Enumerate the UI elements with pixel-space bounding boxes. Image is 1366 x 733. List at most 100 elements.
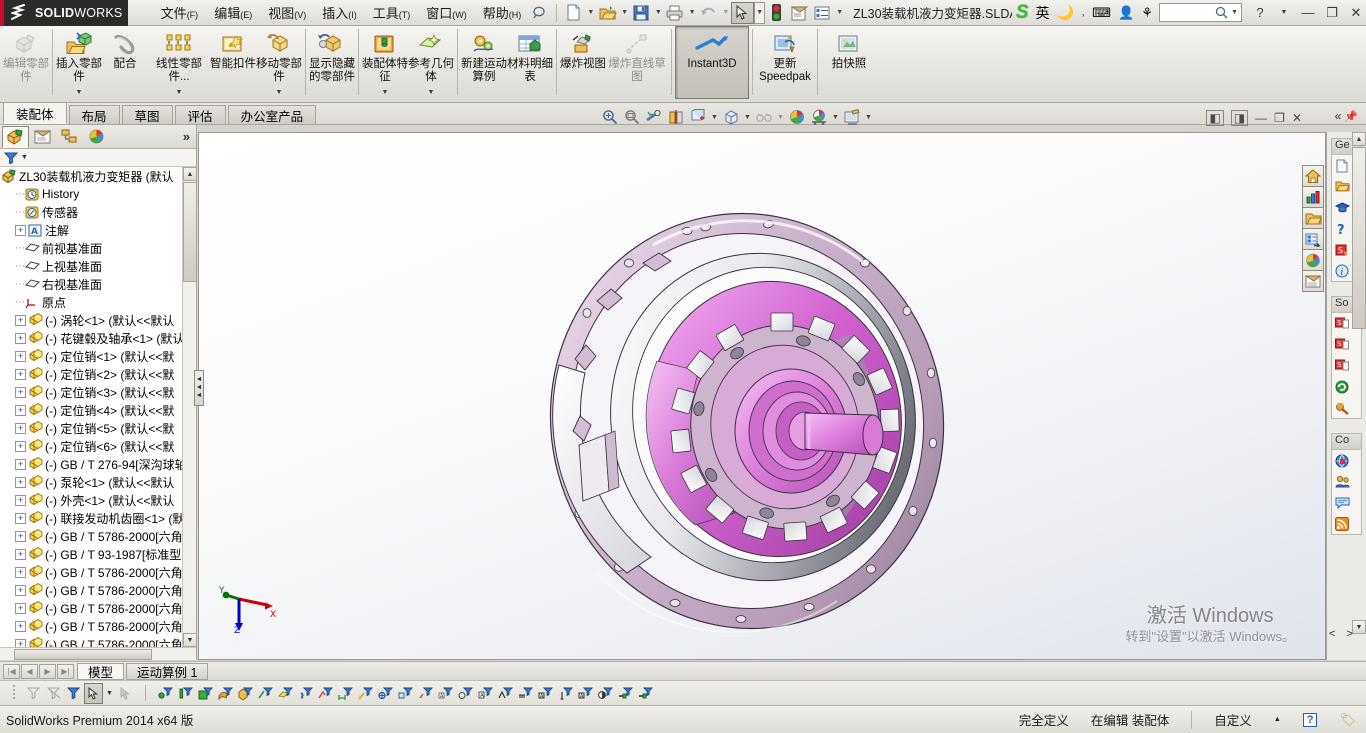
- custom-properties-icon[interactable]: [1302, 270, 1324, 292]
- filter-faces-icon[interactable]: [196, 683, 215, 704]
- appearances-icon[interactable]: [1302, 249, 1324, 271]
- design-library-icon[interactable]: [1302, 228, 1324, 250]
- feature-tree-item[interactable]: + (-) 定位销<1> (默认<<默: [0, 347, 196, 365]
- menu-insert[interactable]: 插入(I): [315, 0, 364, 25]
- ribbon-show-hidden-components[interactable]: 显示隐藏的零部件: [309, 26, 355, 99]
- feature-tree-item[interactable]: + (-) 花键毂及轴承<1> (默认: [0, 329, 196, 347]
- feature-tree-root[interactable]: ZL30装载机液力变矩器 (默认: [0, 167, 196, 185]
- select-caret-icon[interactable]: ▼: [104, 683, 115, 704]
- save-button[interactable]: [630, 2, 653, 24]
- expand-icon[interactable]: +: [15, 602, 26, 614]
- filter-axes-icon[interactable]: [256, 683, 275, 704]
- feature-tree-item[interactable]: ⋯ 原点: [0, 293, 196, 311]
- expand-icon[interactable]: +: [15, 368, 26, 380]
- filter-connection-left-icon[interactable]: [616, 683, 635, 704]
- help-badge-icon[interactable]: ?: [1302, 712, 1318, 727]
- apply-scene-icon[interactable]: [809, 108, 829, 126]
- view-orientation-icon[interactable]: [688, 108, 708, 126]
- tab-office-products[interactable]: 办公室产品: [227, 105, 317, 124]
- expand-icon[interactable]: +: [15, 512, 26, 524]
- hide-show-items-icon[interactable]: [754, 108, 774, 126]
- scrollbar-thumb[interactable]: [183, 182, 196, 282]
- filter-off-icon[interactable]: [24, 683, 43, 704]
- feature-tree-filter[interactable]: ▼: [0, 149, 196, 167]
- next-icon[interactable]: ▶: [39, 663, 56, 679]
- chevron-down-icon[interactable]: ▼: [382, 89, 389, 96]
- tag-icon[interactable]: 🏷: [1339, 712, 1356, 728]
- close-icon[interactable]: ✕: [1292, 111, 1302, 125]
- feature-tree-item[interactable]: + (-) GB / T 5786-2000[六角: [0, 617, 196, 635]
- tab-layout[interactable]: 布局: [68, 105, 120, 124]
- property-manager-tab[interactable]: [29, 126, 56, 148]
- scroll-up-icon[interactable]: ▲: [1352, 132, 1366, 146]
- status-units-caret-icon[interactable]: ▲: [1274, 716, 1281, 723]
- expand-icon[interactable]: +: [15, 422, 26, 434]
- filter-vertices-icon[interactable]: [156, 683, 175, 704]
- feature-tree-item[interactable]: + (-) 定位销<3> (默认<<默: [0, 383, 196, 401]
- select-tool-caret[interactable]: ▼: [754, 1, 766, 24]
- tab-sketch[interactable]: 草图: [121, 105, 173, 124]
- display-style-caret[interactable]: ▼: [743, 108, 752, 126]
- chevron-down-icon[interactable]: ▼: [76, 89, 83, 96]
- filter-blocks-icon[interactable]: [456, 683, 475, 704]
- filter-connection-right-icon[interactable]: [636, 683, 655, 704]
- ribbon-assembly-features[interactable]: 装配体特征 ▼: [362, 26, 408, 99]
- keyboard-icon[interactable]: ⌨: [1092, 5, 1111, 21]
- filter-datum-target-icon[interactable]: [556, 683, 575, 704]
- expand-icon[interactable]: +: [15, 548, 26, 560]
- tab-evaluate[interactable]: 评估: [174, 105, 226, 124]
- filter-clear-icon[interactable]: [44, 683, 63, 704]
- expand-icon[interactable]: +: [15, 476, 26, 488]
- tab-model[interactable]: 模型: [77, 662, 125, 680]
- chevron-down-icon[interactable]: ▼: [176, 89, 183, 96]
- ribbon-new-motion-study[interactable]: 新建运动算例: [461, 26, 507, 99]
- view-settings-icon[interactable]: [842, 108, 862, 126]
- scroll-up-icon[interactable]: ▲: [183, 167, 196, 181]
- expand-icon[interactable]: +: [15, 404, 26, 416]
- feature-tree-item[interactable]: + (-) GB / T 5786-2000[六角: [0, 581, 196, 599]
- tab-motion-study[interactable]: 运动算例 1: [126, 662, 209, 680]
- filter-edges-icon[interactable]: [176, 683, 195, 704]
- filter-dimensions-icon[interactable]: [336, 683, 355, 704]
- report-icon[interactable]: [1302, 186, 1324, 208]
- graphics-viewport[interactable]: X Y Z 激活 Windows 转到"设置"以激活 Windows。: [198, 132, 1326, 660]
- expand-icon[interactable]: +: [15, 638, 26, 647]
- filter-balloon-icon[interactable]: A: [576, 683, 595, 704]
- ribbon-update-speedpak[interactable]: ! 更新Speedpak: [756, 26, 814, 99]
- expand-icon[interactable]: +: [15, 386, 26, 398]
- expand-icon[interactable]: +: [15, 530, 26, 542]
- prev-icon[interactable]: ◀: [21, 663, 38, 679]
- expand-icon[interactable]: +: [15, 566, 26, 578]
- display-manager-tab[interactable]: [83, 126, 110, 148]
- expand-icon[interactable]: +: [15, 620, 26, 632]
- expand-icon[interactable]: +: [15, 350, 26, 362]
- close-icon[interactable]: ✕: [1346, 3, 1366, 23]
- moon-icon[interactable]: 🌙: [1057, 4, 1074, 21]
- feature-tree-item[interactable]: + (-) 泵轮<1> (默认<<默认: [0, 473, 196, 491]
- tab-assembly[interactable]: 装配体: [3, 102, 67, 124]
- restore-left-icon[interactable]: ◧: [1206, 110, 1224, 126]
- filter-toggle-icon[interactable]: [64, 683, 83, 704]
- filter-surface-finish-icon[interactable]: [496, 683, 515, 704]
- filter-planes-icon[interactable]: [276, 683, 295, 704]
- apps-icon[interactable]: ⚘: [1141, 5, 1153, 21]
- feature-tree-item[interactable]: ⋯ History: [0, 185, 196, 203]
- feature-tree-item[interactable]: + (-) GB / T 5786-2000[六角: [0, 527, 196, 545]
- feature-tree-item[interactable]: ⋯ 右视基准面: [0, 275, 196, 293]
- maximize-icon[interactable]: ❐: [1274, 111, 1285, 125]
- pin-menu-icon[interactable]: [528, 2, 551, 24]
- filter-weld-icon[interactable]: [356, 683, 375, 704]
- menu-view[interactable]: 视图(V): [261, 0, 313, 25]
- filter-weld-symbol-icon[interactable]: [516, 683, 535, 704]
- minimize-icon[interactable]: —: [1255, 111, 1267, 125]
- feature-tree-item[interactable]: + (-) 定位销<6> (默认<<默: [0, 437, 196, 455]
- expand-icon[interactable]: +: [15, 224, 26, 236]
- feature-tree-item[interactable]: ⋯ 传感器: [0, 203, 196, 221]
- feature-tree-item[interactable]: + (-) GB / T 5786-2000[六角: [0, 635, 196, 647]
- feature-tree-item[interactable]: + (-) 定位销<2> (默认<<默: [0, 365, 196, 383]
- ime-language-label[interactable]: 英: [1036, 3, 1050, 23]
- feature-tree-item[interactable]: + (-) 定位销<4> (默认<<默: [0, 401, 196, 419]
- feature-manager-tab[interactable]: [2, 125, 29, 148]
- feature-tree-item[interactable]: + (-) 外壳<1> (默认<<默认: [0, 491, 196, 509]
- new-document-caret[interactable]: ▼: [586, 2, 597, 24]
